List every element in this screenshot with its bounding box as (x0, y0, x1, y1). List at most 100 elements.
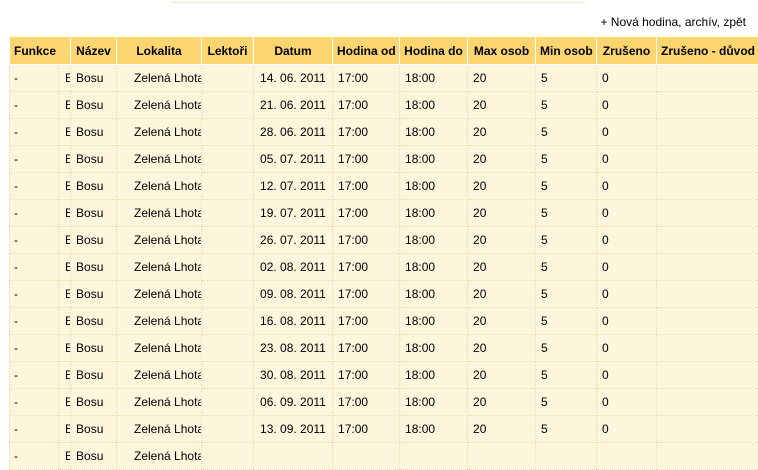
delete-action[interactable]: - (10, 254, 59, 281)
cell-zruseno-duvod (657, 227, 758, 254)
delete-action[interactable]: - (10, 335, 59, 362)
column-header-nazev: Název (71, 37, 117, 65)
edit-action[interactable]: E (59, 119, 71, 146)
cell-hodina-do: 18:00 (400, 335, 468, 362)
cell-nazev: Bosu (71, 92, 117, 119)
edit-action[interactable]: E (59, 281, 71, 308)
table-row[interactable]: -EBosuZelená Lhota02. 08. 201117:0018:00… (10, 254, 758, 281)
delete-action[interactable]: - (10, 173, 59, 200)
cell-hodina-do: 18:00 (400, 173, 468, 200)
cell-lektori (202, 200, 254, 227)
cell-datum: 13. 09. 2011 (254, 416, 333, 443)
back-link[interactable]: zpět (723, 15, 746, 29)
cell-lokalita: Zelená Lhota (117, 227, 202, 254)
cell-min-osob: 5 (536, 416, 597, 443)
edit-action[interactable]: E (59, 389, 71, 416)
cell-lektori (202, 389, 254, 416)
table-row[interactable]: -EBosuZelená Lhota28. 06. 201117:0018:00… (10, 119, 758, 146)
delete-action[interactable]: - (10, 92, 59, 119)
delete-action[interactable]: - (10, 389, 59, 416)
edit-action[interactable]: E (59, 335, 71, 362)
cell-lokalita: Zelená Lhota (117, 308, 202, 335)
delete-action[interactable]: - (10, 416, 59, 443)
cell-lokalita: Zelená Lhota (117, 65, 202, 92)
delete-action[interactable]: - (10, 227, 59, 254)
edit-action[interactable]: E (59, 416, 71, 443)
cell-nazev: Bosu (71, 173, 117, 200)
cell-max-osob: 20 (468, 173, 536, 200)
cell-max-osob: 20 (468, 227, 536, 254)
delete-action[interactable]: - (10, 146, 59, 173)
edit-action[interactable]: E (59, 362, 71, 389)
cell-min-osob: 5 (536, 389, 597, 416)
edit-action[interactable]: E (59, 173, 71, 200)
cell-hodina-od: 17:00 (333, 335, 400, 362)
cell-nazev: Bosu (71, 308, 117, 335)
table-row[interactable]: -EBosuZelená Lhota30. 08. 201117:0018:00… (10, 362, 758, 389)
table-row[interactable]: -EBosuZelená Lhota19. 07. 201117:0018:00… (10, 200, 758, 227)
cell-zruseno: 0 (597, 416, 657, 443)
column-header-min-osob: Min osob (536, 37, 597, 65)
cell-zruseno: 0 (597, 254, 657, 281)
new-hour-link[interactable]: + Nová hodina (600, 15, 678, 29)
cell-max-osob: 20 (468, 200, 536, 227)
cell-nazev: Bosu (71, 227, 117, 254)
cell-zruseno: 0 (597, 65, 657, 92)
cell-max-osob: 20 (468, 362, 536, 389)
cell-datum: 05. 07. 2011 (254, 146, 333, 173)
edit-action[interactable]: E (59, 92, 71, 119)
table-row[interactable]: -EBosuZelená Lhota16. 08. 201117:0018:00… (10, 308, 758, 335)
cell-lokalita: Zelená Lhota (117, 362, 202, 389)
table-row[interactable]: -EBosuZelená Lhota13. 09. 201117:0018:00… (10, 416, 758, 443)
edit-action[interactable]: E (59, 308, 71, 335)
cell-zruseno-duvod (657, 65, 758, 92)
cell-lektori (202, 92, 254, 119)
cell-datum: 02. 08. 2011 (254, 254, 333, 281)
top-divider (172, 0, 586, 3)
cell-zruseno-duvod (657, 119, 758, 146)
edit-action[interactable]: E (59, 65, 71, 92)
table-row[interactable]: -EBosuZelená Lhota23. 08. 201117:0018:00… (10, 335, 758, 362)
delete-action[interactable]: - (10, 281, 59, 308)
table-row[interactable]: -EBosuZelená Lhota12. 07. 201117:0018:00… (10, 173, 758, 200)
edit-action[interactable]: E (59, 146, 71, 173)
cell-lektori (202, 146, 254, 173)
cell-min-osob: 5 (536, 65, 597, 92)
cell-min-osob: 5 (536, 173, 597, 200)
delete-action[interactable]: - (10, 200, 59, 227)
cell-hodina-od: 17:00 (333, 308, 400, 335)
cell-zruseno-duvod (657, 335, 758, 362)
delete-action[interactable]: - (10, 308, 59, 335)
cell-lektori (202, 416, 254, 443)
delete-action[interactable]: - (10, 362, 59, 389)
cell-min-osob: 5 (536, 362, 597, 389)
cell-zruseno-duvod (657, 308, 758, 335)
cell-min-osob: 5 (536, 146, 597, 173)
cell-datum: 16. 08. 2011 (254, 308, 333, 335)
delete-action[interactable]: - (10, 65, 59, 92)
column-header-hodina-do: Hodina do (400, 37, 468, 65)
table-row[interactable]: -EBosuZelená Lhota21. 06. 201117:0018:00… (10, 92, 758, 119)
cell-min-osob: 5 (536, 254, 597, 281)
cell-lokalita: Zelená Lhota (117, 254, 202, 281)
table-row[interactable]: -EBosuZelená Lhota14. 06. 201117:0018:00… (10, 65, 758, 92)
column-header-lokalita: Lokalita (117, 37, 202, 65)
cell-zruseno-duvod (657, 281, 758, 308)
table-row[interactable]: -EBosuZelená Lhota05. 07. 201117:0018:00… (10, 146, 758, 173)
cell-lokalita: Zelená Lhota (117, 146, 202, 173)
cell-hodina-od: 17:00 (333, 416, 400, 443)
archive-link[interactable]: archív (685, 15, 717, 29)
edit-action[interactable]: E (59, 200, 71, 227)
cell-nazev: Bosu (71, 146, 117, 173)
cell-lektori (202, 335, 254, 362)
table-row[interactable]: -EBosuZelená Lhota06. 09. 201117:0018:00… (10, 389, 758, 416)
edit-action[interactable]: E (59, 227, 71, 254)
edit-action[interactable]: E (59, 254, 71, 281)
table-row[interactable]: -EBosuZelená Lhota26. 07. 201117:0018:00… (10, 227, 758, 254)
table-row[interactable]: -EBosuZelená Lhota09. 08. 201117:0018:00… (10, 281, 758, 308)
delete-action[interactable]: - (10, 119, 59, 146)
cell-hodina-od: 17:00 (333, 119, 400, 146)
cell-datum: 09. 08. 2011 (254, 281, 333, 308)
cell-max-osob: 20 (468, 416, 536, 443)
cell-datum: 14. 06. 2011 (254, 65, 333, 92)
